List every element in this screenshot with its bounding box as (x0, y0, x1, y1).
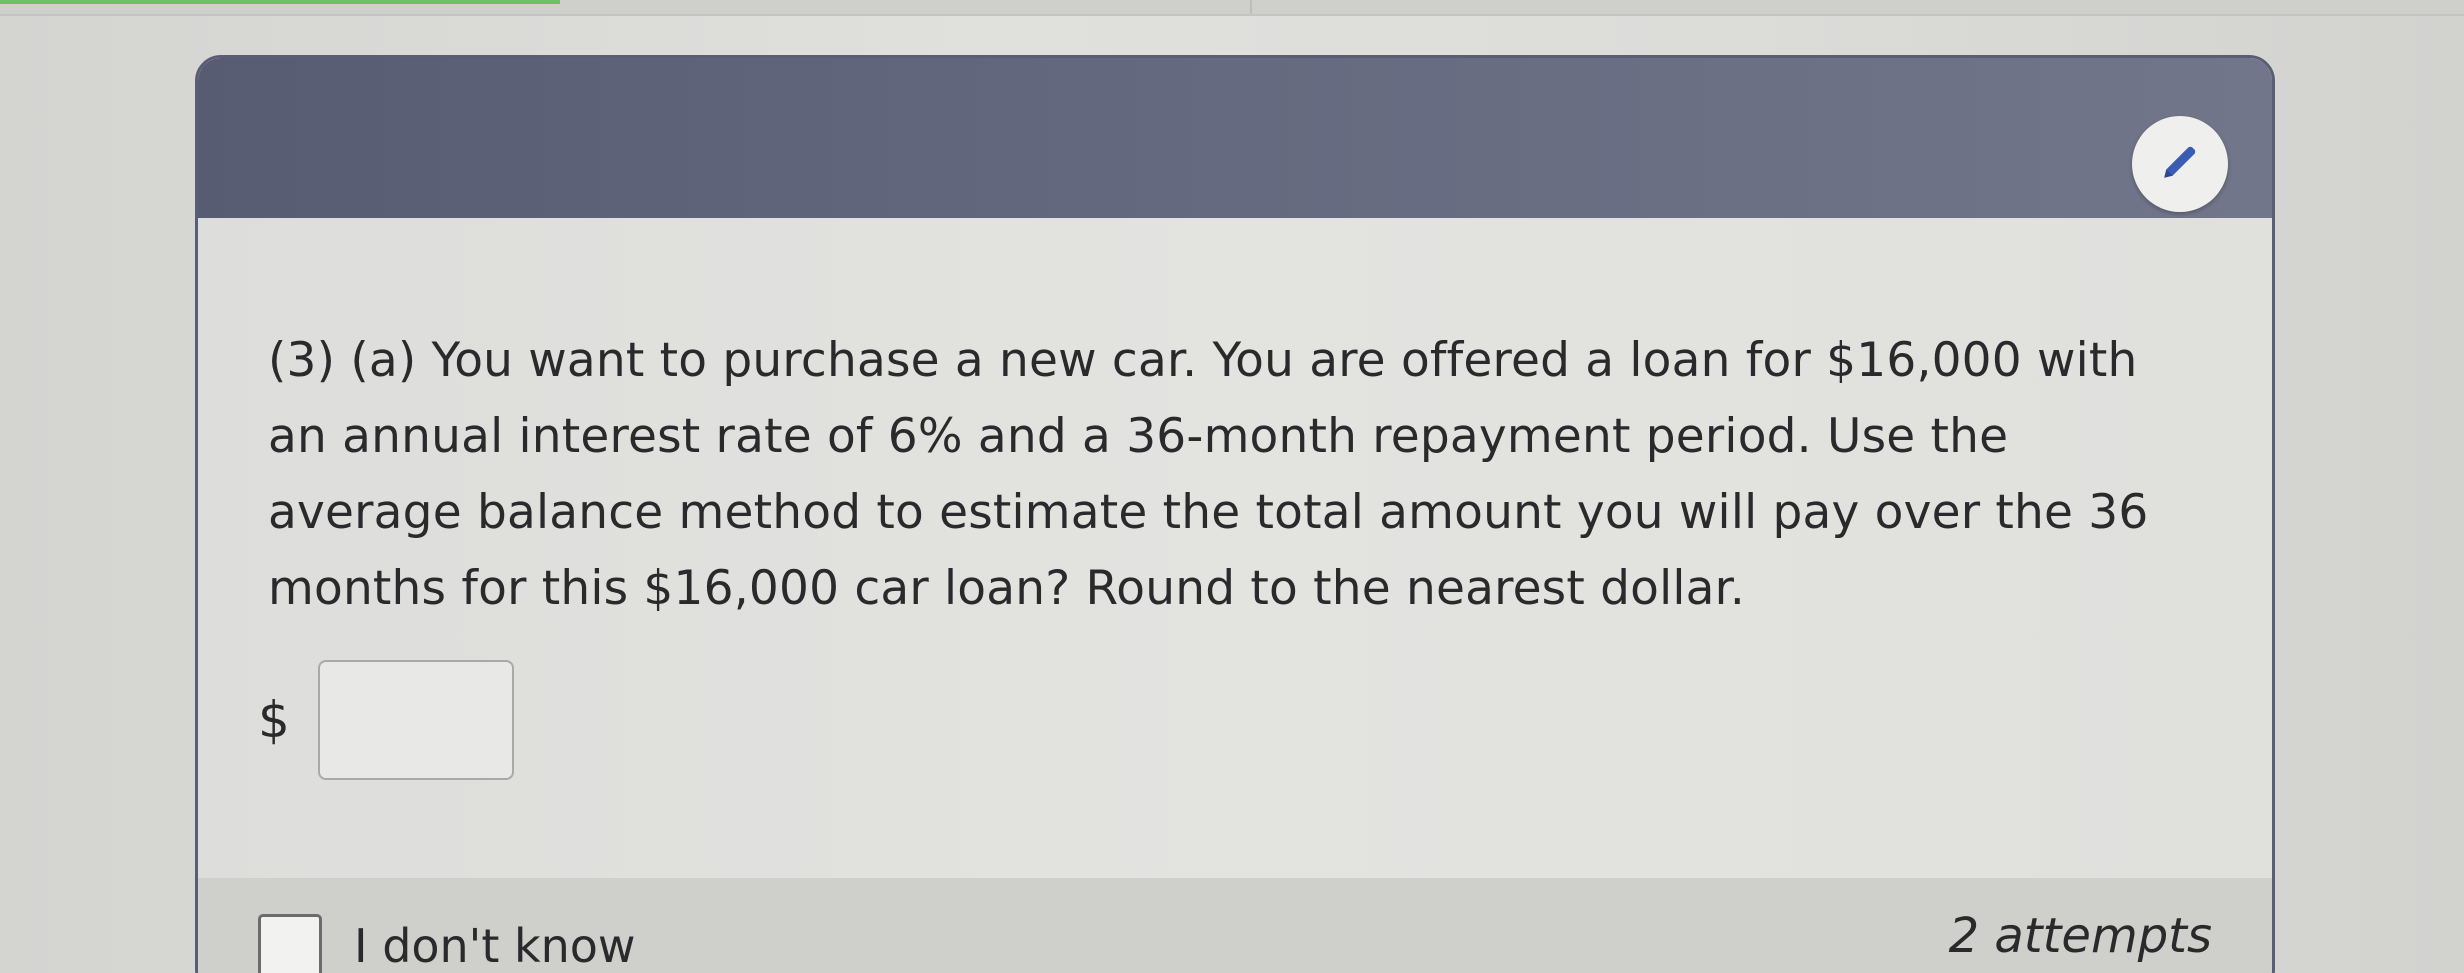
pencil-icon (2159, 141, 2201, 187)
card-footer: I don't know 2 attempts (198, 878, 2272, 973)
answer-input[interactable] (318, 660, 514, 780)
dont-know-option[interactable]: I don't know (258, 914, 636, 973)
dollar-prefix: $ (258, 691, 290, 749)
question-line: an annual interest rate of 6% and a 36-m… (268, 409, 2009, 464)
question-line: months for this $16,000 car loan? Round … (268, 561, 1745, 616)
question-text: (3) (a) You want to purchase a new car. … (268, 323, 2228, 627)
tab-separator (1250, 0, 1252, 14)
question-line: average balance method to estimate the t… (268, 485, 2149, 540)
dont-know-checkbox[interactable] (258, 914, 322, 973)
page: (3) (a) You want to purchase a new car. … (0, 0, 2464, 973)
card-header (198, 58, 2272, 218)
attempts-count: 2 attempts (1948, 908, 2212, 964)
edit-button[interactable] (2132, 116, 2228, 212)
progress-accent (0, 0, 560, 4)
browser-top-strip (0, 0, 2464, 16)
dont-know-label: I don't know (354, 919, 636, 973)
question-line: (3) (a) You want to purchase a new car. … (268, 333, 2138, 388)
answer-row: $ (258, 660, 514, 780)
question-card: (3) (a) You want to purchase a new car. … (195, 55, 2275, 973)
card-body: (3) (a) You want to purchase a new car. … (198, 218, 2272, 878)
